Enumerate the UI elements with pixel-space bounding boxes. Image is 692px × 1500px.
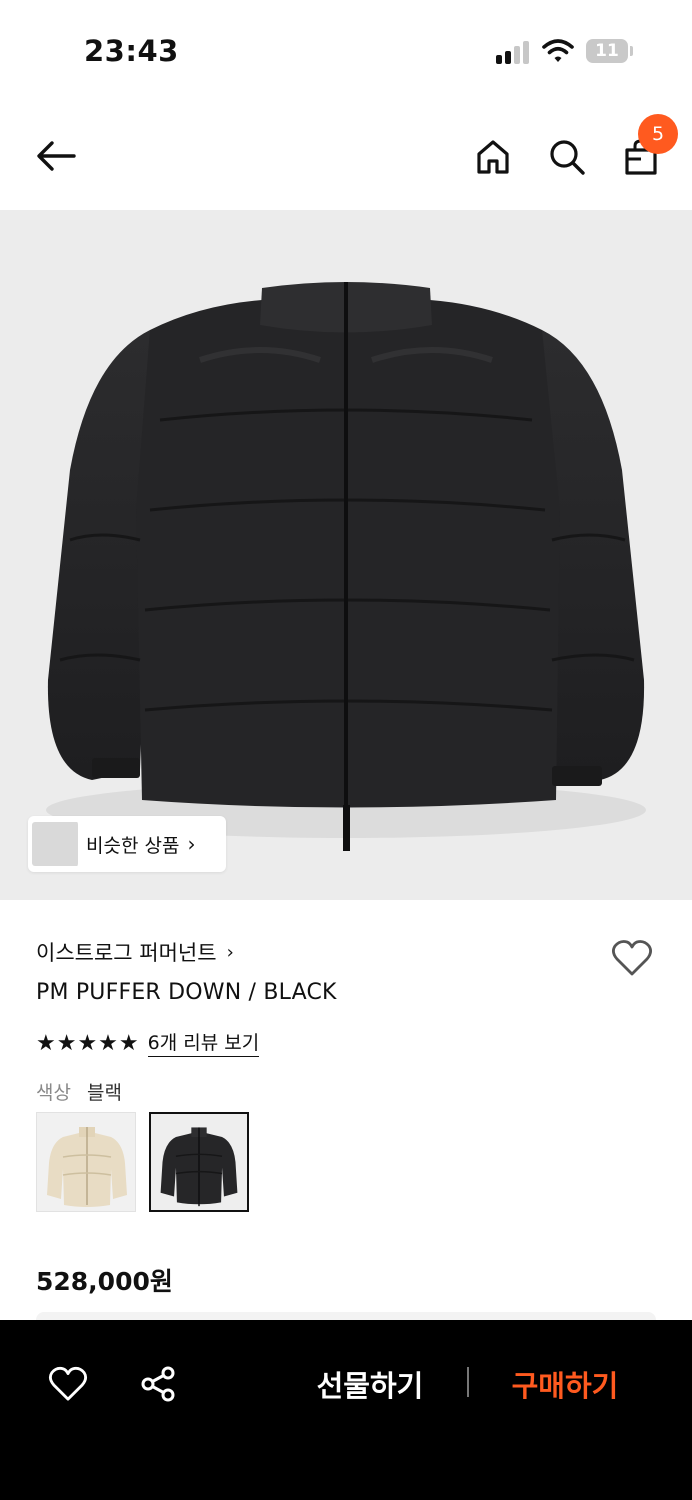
chevron-right-icon: › bbox=[187, 832, 196, 856]
rating-stars: ★★★★★ bbox=[36, 1030, 140, 1056]
search-button[interactable] bbox=[544, 134, 590, 180]
buy-button[interactable]: 구매하기 bbox=[495, 1360, 635, 1408]
app-header bbox=[0, 100, 692, 210]
rating-row: ★★★★★ 6개 리뷰 보기 bbox=[36, 1028, 260, 1058]
share-icon bbox=[141, 1366, 175, 1402]
color-value: 블랙 bbox=[87, 1082, 122, 1104]
heart-icon bbox=[48, 1366, 88, 1401]
search-icon bbox=[550, 140, 585, 175]
wishlist-button[interactable] bbox=[608, 934, 656, 982]
cream-jacket-thumbnail bbox=[37, 1113, 135, 1211]
black-puffer-jacket-image bbox=[46, 282, 646, 851]
signal-icon bbox=[496, 40, 532, 64]
similar-products-label: 비슷한 상품 bbox=[86, 834, 180, 857]
home-button[interactable] bbox=[470, 134, 516, 180]
color-swatch-cream[interactable] bbox=[36, 1112, 136, 1212]
battery-cap bbox=[630, 46, 633, 56]
bottom-action-bar: 선물하기 구매하기 bbox=[0, 1320, 692, 1500]
gift-button[interactable]: 선물하기 bbox=[300, 1360, 440, 1408]
product-name: PM PUFFER DOWN / BLACK bbox=[36, 980, 337, 1005]
color-label: 색상 bbox=[36, 1082, 71, 1104]
chevron-right-icon: › bbox=[226, 941, 234, 963]
like-button[interactable] bbox=[44, 1360, 92, 1408]
battery-icon: 11 bbox=[586, 39, 628, 63]
similar-products-thumbnails bbox=[28, 816, 84, 872]
brand-name: 이스트로그 퍼머넌트 bbox=[36, 941, 217, 965]
cart-count-badge: 5 bbox=[638, 114, 678, 154]
status-bar: 23:43 11 bbox=[0, 0, 692, 100]
divider bbox=[467, 1367, 469, 1397]
wifi-icon bbox=[542, 38, 574, 64]
share-button[interactable] bbox=[134, 1360, 182, 1408]
brand-link[interactable]: 이스트로그 퍼머넌트 › bbox=[36, 936, 234, 968]
back-arrow-icon bbox=[37, 141, 76, 171]
similar-products-button[interactable]: 비슷한 상품 › bbox=[28, 816, 226, 872]
color-swatch-black[interactable] bbox=[149, 1112, 249, 1212]
heart-outline-icon bbox=[612, 940, 652, 976]
back-button[interactable] bbox=[30, 130, 82, 182]
review-link[interactable]: 6개 리뷰 보기 bbox=[147, 1030, 260, 1057]
product-price: 528,000원 bbox=[36, 1267, 173, 1296]
status-time: 23:43 bbox=[84, 34, 179, 68]
color-row: 색상 블랙 bbox=[36, 1078, 122, 1105]
product-image[interactable]: 비슷한 상품 › bbox=[0, 210, 692, 900]
black-jacket-thumbnail bbox=[151, 1114, 247, 1210]
home-icon bbox=[477, 140, 509, 174]
